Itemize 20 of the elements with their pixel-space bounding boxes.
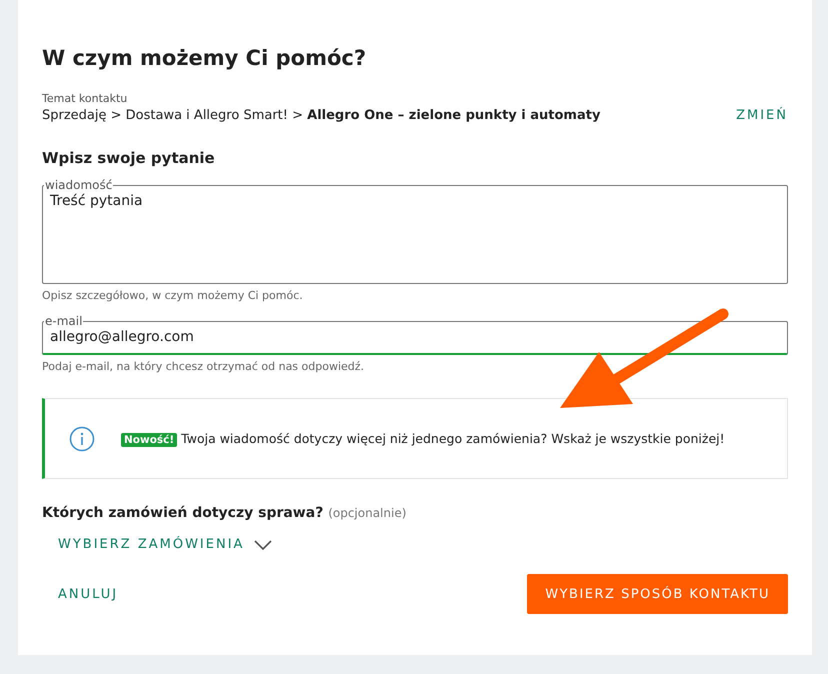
page-title: W czym możemy Ci pomóc? (42, 45, 366, 72)
new-badge: Nowość! (121, 433, 178, 447)
notice-message: Twoja wiadomość dotyczy więcej niż jednego zamówienia? Wskaż je wszystkie poniżej! (180, 431, 725, 446)
topic-label: Temat kontaktu (42, 92, 128, 105)
section-heading: Wpisz swoje pytanie (42, 149, 215, 167)
cancel-link[interactable]: ANULUJ (58, 586, 118, 602)
field-label: e-mail (44, 315, 84, 327)
email-input[interactable]: allegro@allegro.com (49, 327, 781, 353)
info-icon (69, 426, 95, 452)
email-field[interactable]: e-mail allegro@allegro.com (42, 315, 788, 355)
chevron-icon (254, 540, 272, 550)
message-input[interactable]: Treść pytania (49, 191, 781, 283)
change-link[interactable]: ZMIEŃ (736, 108, 788, 123)
orders-heading: Których zamówień dotyczy sprawa? (opcjonalnie) (42, 505, 406, 521)
field-hint: Podaj e-mail, na który chcesz otrzymać od nas odpowiedź. (42, 360, 364, 373)
field-label: wiadomość (44, 179, 114, 191)
field-hint: Opisz szczegółowo, w czym możemy Ci pomóc. (42, 289, 303, 302)
message-field[interactable]: wiadomość Treść pytania (42, 179, 788, 284)
topic-path: Sprzedaję > Dostawa i Allegro Smart! > Allegro One – zielone punkty i automaty (42, 108, 600, 123)
orders-dropdown[interactable]: WYBIERZ ZAMÓWIENIA (58, 537, 272, 552)
